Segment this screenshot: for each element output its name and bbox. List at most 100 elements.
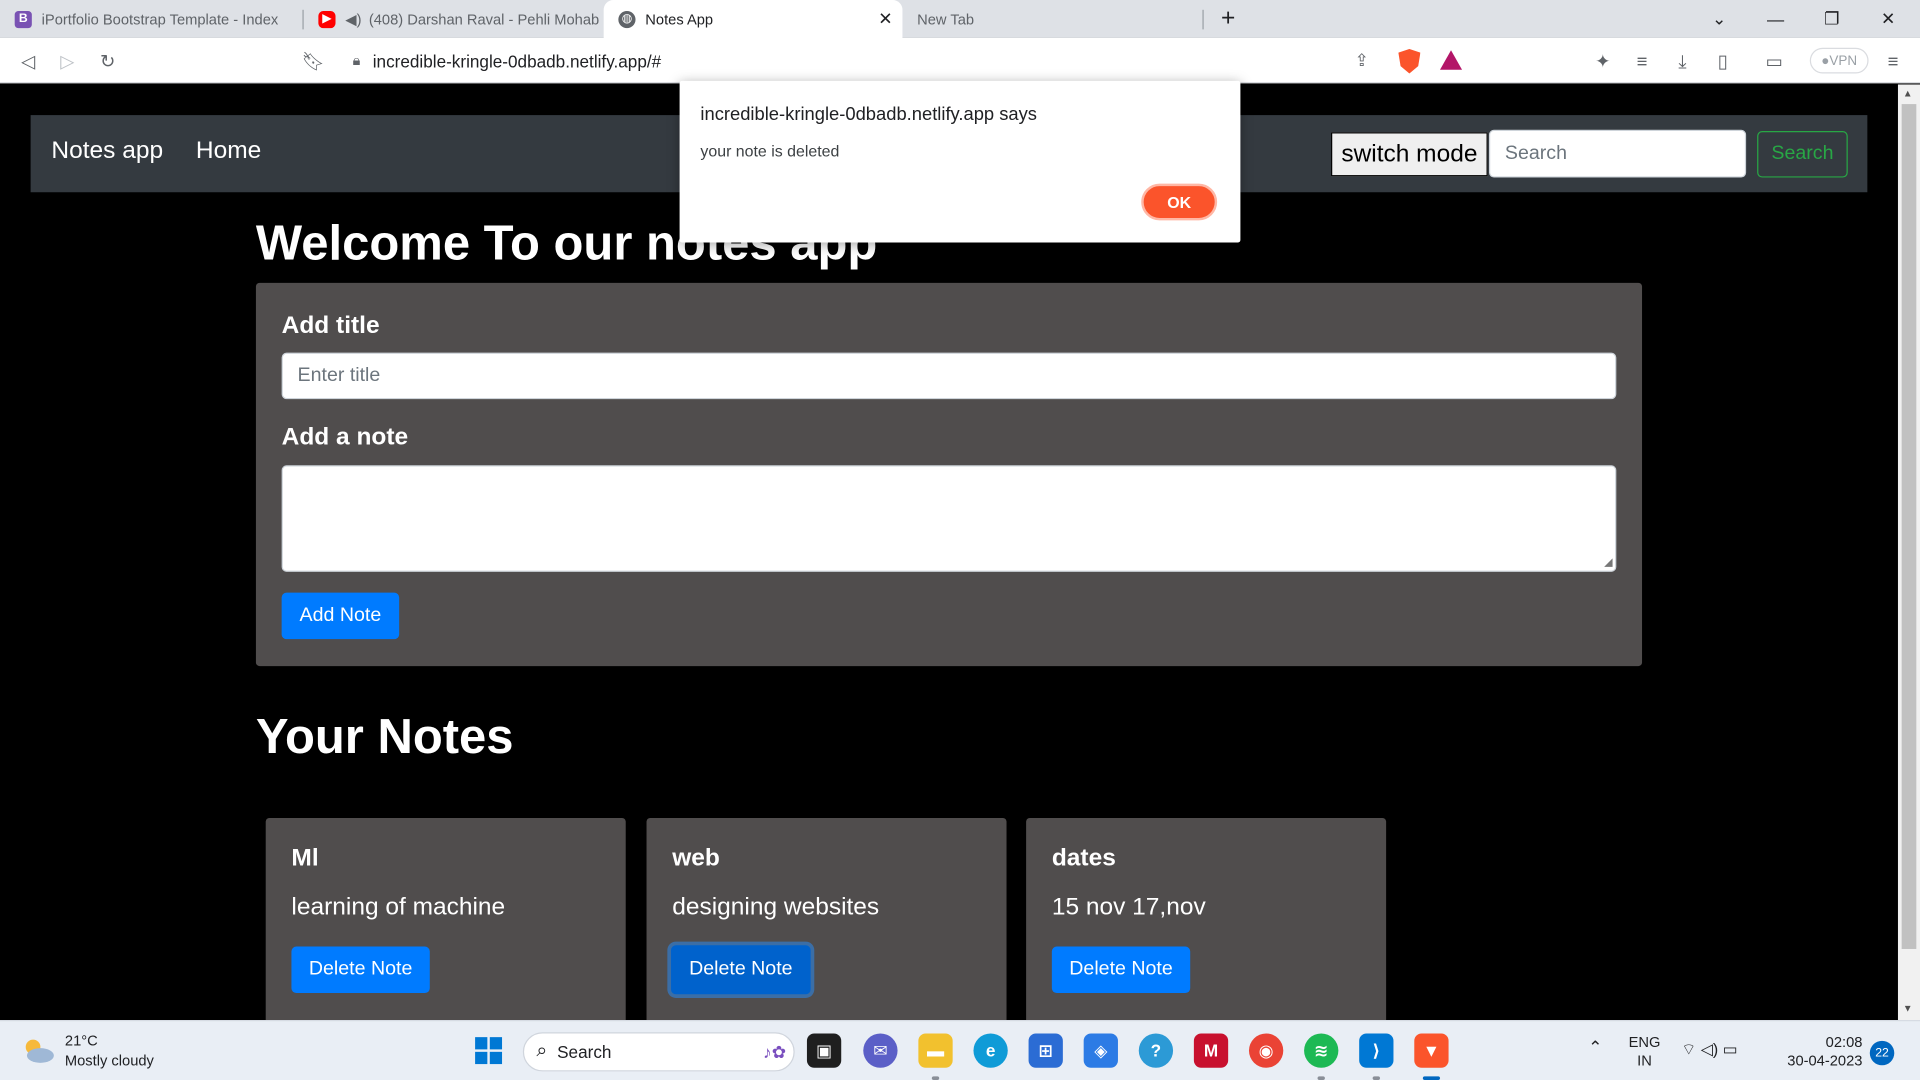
alert-origin: incredible-kringle-0dbadb.netlify.app sa…	[700, 104, 1038, 125]
new-tab-icon[interactable]: +	[1200, 0, 1256, 38]
note-text: learning of machine	[291, 893, 506, 921]
running-indicator	[1372, 1076, 1381, 1080]
lock-icon[interactable]: 🔒︎	[353, 51, 361, 69]
brand-link[interactable]: Notes app	[51, 137, 163, 165]
tab-strip: B iPortfolio Bootstrap Template - Index …	[0, 0, 1920, 38]
chrome-icon[interactable]: ◉	[1248, 1033, 1284, 1068]
taskbar-search[interactable]: ⌕ Search ♪✿	[522, 1032, 795, 1072]
vpn-button[interactable]: ● VPN	[1809, 47, 1869, 74]
edge-icon[interactable]: e	[973, 1033, 1008, 1068]
tab-youtube[interactable]: ▶ ◀) (408) Darshan Raval - Pehli Mohab	[304, 0, 603, 38]
page-scrollbar[interactable]: ▲ ▼	[1897, 84, 1920, 1021]
menu-icon[interactable]: ≡	[1877, 45, 1909, 77]
delete-note-button[interactable]: Delete Note	[671, 945, 811, 995]
restore-icon[interactable]: ❐	[1804, 0, 1860, 38]
wifi-icon: ⌔	[1681, 1039, 1697, 1058]
bootstrap-icon: B	[14, 10, 32, 28]
note-text: designing websites	[672, 893, 880, 921]
note-title: dates	[1051, 844, 1116, 872]
tab-search-chevron-icon[interactable]: ⌄	[1691, 0, 1747, 38]
reload-icon[interactable]: ↻	[92, 45, 124, 77]
tab-notes-app[interactable]: ◍ Notes App ✕	[603, 0, 903, 38]
active-indicator	[1422, 1076, 1441, 1080]
delete-note-button[interactable]: Delete Note	[291, 946, 430, 994]
bookmark-icon[interactable]: 🔖︎	[298, 45, 330, 77]
date: 30-04-2023	[1787, 1051, 1863, 1069]
back-icon[interactable]: ◁	[12, 45, 44, 77]
running-indicator	[1317, 1076, 1325, 1080]
note-card: web designing websites Delete Note	[646, 817, 1007, 1021]
weather-widget[interactable]: 21°C Mostly cloudy	[65, 1031, 154, 1070]
note-label: Add a note	[281, 423, 409, 451]
scroll-up-icon[interactable]: ▲	[1903, 88, 1913, 99]
scroll-thumb[interactable]	[1901, 104, 1917, 949]
sidebar-icon[interactable]: ▯	[1707, 45, 1739, 77]
search-icon: ⌕	[536, 1040, 548, 1062]
time: 02:08	[1825, 1033, 1863, 1051]
help-icon[interactable]: ?	[1138, 1033, 1174, 1068]
task-view-icon[interactable]: ▣	[806, 1033, 842, 1068]
notification-badge[interactable]: 22	[1869, 1040, 1895, 1066]
search-input[interactable]: Search	[1488, 129, 1747, 178]
note-card: Ml learning of machine Delete Note	[265, 817, 626, 1021]
lang-bottom: IN	[1637, 1051, 1652, 1069]
battery-icon: ▭	[1722, 1039, 1738, 1058]
windows-taskbar: 21°C Mostly cloudy ⌕ Search ♪✿ ▣ ✉ ▬ e ⊞…	[0, 1020, 1920, 1080]
note-title: Ml	[291, 844, 319, 872]
switch-mode-button[interactable]: switch mode	[1331, 132, 1488, 177]
language-indicator[interactable]: ENG IN	[1629, 1033, 1661, 1070]
wallet-icon[interactable]: ▭	[1758, 45, 1790, 77]
mcafee-icon[interactable]: M	[1193, 1033, 1229, 1068]
file-explorer-icon[interactable]: ▬	[918, 1033, 953, 1068]
tab-title: iPortfolio Bootstrap Template - Index	[41, 10, 279, 28]
extensions-icon[interactable]: ✦	[1587, 45, 1619, 77]
address-bar[interactable]: 🔒︎ incredible-kringle-0dbadb.netlify.app…	[335, 42, 1475, 79]
spotify-icon[interactable]: ≋	[1304, 1033, 1339, 1068]
playlist-icon[interactable]: ≡	[1626, 45, 1658, 77]
forward-icon[interactable]: ▷	[51, 45, 83, 77]
clock[interactable]: 02:08 30-04-2023	[1782, 1033, 1863, 1070]
store-icon[interactable]: ⊞	[1028, 1033, 1063, 1068]
app-icon[interactable]: ◈	[1083, 1033, 1118, 1068]
alert-ok-button[interactable]: OK	[1141, 183, 1218, 221]
volume-icon: ◁)	[1700, 1039, 1719, 1058]
brave-rewards-icon[interactable]	[1440, 50, 1463, 70]
globe-icon: ◍	[618, 10, 636, 28]
brave-shields-icon[interactable]	[1398, 48, 1421, 74]
windows-start-icon[interactable]	[474, 1036, 503, 1065]
share-icon[interactable]: ⇪	[1355, 50, 1369, 71]
weather-text: Mostly cloudy	[64, 1051, 154, 1069]
url-text: incredible-kringle-0dbadb.netlify.app/#	[372, 50, 662, 71]
teams-chat-icon[interactable]: ✉	[863, 1033, 898, 1068]
delete-note-button[interactable]: Delete Note	[1051, 946, 1191, 994]
tab-title: Notes App	[645, 10, 714, 28]
network-volume-battery-icons[interactable]: ⌔ ◁) ▭	[1681, 1040, 1737, 1058]
cloudy-weather-icon[interactable]	[21, 1037, 55, 1064]
search-button[interactable]: Search	[1757, 131, 1848, 178]
speaker-icon[interactable]: ◀)	[345, 10, 361, 27]
nav-home-link[interactable]: Home	[196, 137, 261, 165]
title-input[interactable]: Enter title	[281, 352, 1617, 400]
tray-chevron-icon[interactable]: ⌃	[1588, 1038, 1602, 1056]
resize-handle-icon[interactable]: ◢	[1604, 556, 1612, 569]
tab-new-tab[interactable]: New Tab	[902, 0, 1201, 38]
tab-title: (408) Darshan Raval - Pehli Mohab	[368, 10, 600, 28]
vscode-icon[interactable]: ⟩	[1359, 1033, 1394, 1068]
alert-message: your note is deleted	[700, 142, 840, 161]
close-tab-icon[interactable]: ✕	[878, 9, 892, 30]
add-note-button[interactable]: Add Note	[281, 592, 400, 640]
lang-top: ENG	[1628, 1033, 1661, 1051]
note-textarea[interactable]: ◢	[281, 465, 1617, 572]
browser-toolbar: ◁ ▷ ↻ 🔖︎ 🔒︎ incredible-kringle-0dbadb.ne…	[0, 37, 1920, 84]
brave-icon[interactable]: ▼	[1414, 1033, 1449, 1068]
title-label: Add title	[281, 312, 380, 340]
tab-iportfolio[interactable]: B iPortfolio Bootstrap Template - Index	[0, 0, 301, 38]
minimize-icon[interactable]: —	[1747, 0, 1803, 38]
note-card: dates 15 nov 17,nov Delete Note	[1026, 817, 1387, 1021]
download-icon[interactable]: ⤓	[1667, 45, 1699, 77]
scroll-down-icon[interactable]: ▼	[1903, 1003, 1913, 1014]
youtube-icon: ▶	[318, 10, 336, 28]
note-title: web	[672, 844, 720, 872]
alert-dialog: incredible-kringle-0dbadb.netlify.app sa…	[679, 80, 1241, 243]
close-window-icon[interactable]: ✕	[1860, 0, 1916, 38]
